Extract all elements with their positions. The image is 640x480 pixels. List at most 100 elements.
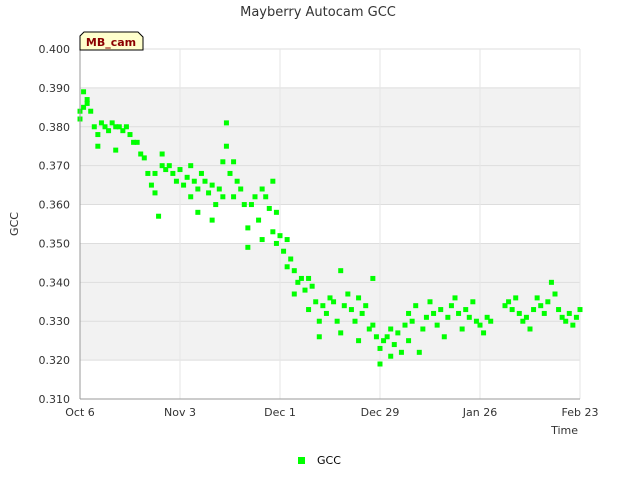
data-point — [177, 167, 183, 173]
data-point — [316, 318, 322, 324]
data-point — [456, 310, 462, 316]
grid-band — [80, 282, 580, 322]
grid-band — [80, 87, 580, 127]
legend-marker — [298, 457, 305, 464]
data-point — [370, 322, 376, 328]
chart-title: Mayberry Autocam GCC — [240, 5, 396, 20]
data-point — [248, 202, 254, 208]
data-point — [441, 334, 447, 340]
data-point — [291, 268, 297, 274]
data-point — [284, 237, 290, 243]
data-point — [245, 225, 251, 231]
data-point — [388, 353, 394, 359]
data-point — [173, 178, 179, 184]
data-point — [159, 151, 165, 157]
y-tick-label: 0.400 — [39, 43, 71, 56]
y-tick-label: 0.340 — [39, 276, 71, 289]
x-tick-label: Jan 26 — [462, 406, 497, 419]
data-point — [477, 322, 483, 328]
data-point — [573, 314, 579, 320]
data-point — [556, 307, 562, 313]
data-point — [356, 295, 362, 301]
data-point — [516, 310, 522, 316]
data-point — [106, 128, 112, 134]
y-tick-label: 0.330 — [39, 315, 71, 328]
data-point — [391, 342, 397, 348]
x-axis-label: Time — [550, 424, 578, 437]
data-point — [306, 275, 312, 281]
data-point — [334, 318, 340, 324]
y-tick-label: 0.350 — [39, 237, 71, 250]
grid-band — [80, 360, 580, 399]
data-point — [302, 287, 308, 293]
data-point — [91, 124, 97, 130]
data-point — [306, 307, 312, 313]
data-point — [459, 326, 465, 332]
data-point — [431, 310, 437, 316]
legend-label: GCC — [317, 454, 341, 467]
data-point — [406, 310, 412, 316]
data-point — [388, 326, 394, 332]
data-point — [234, 178, 240, 184]
data-point — [298, 275, 304, 281]
data-point — [170, 170, 176, 176]
data-point — [245, 244, 251, 250]
x-tick-label: Oct 6 — [65, 406, 95, 419]
grid-band — [80, 204, 580, 244]
data-point — [402, 322, 408, 328]
data-point — [534, 295, 540, 301]
data-point — [416, 349, 422, 355]
y-tick-label: 0.320 — [39, 354, 71, 367]
data-point — [152, 170, 158, 176]
data-point — [284, 264, 290, 270]
data-point — [81, 89, 87, 95]
data-point — [352, 318, 358, 324]
data-point — [259, 237, 265, 243]
y-tick-label: 0.360 — [39, 199, 71, 212]
data-point — [373, 334, 379, 340]
data-point — [570, 322, 576, 328]
data-point — [206, 190, 212, 196]
data-point — [438, 307, 444, 313]
plot-background — [80, 49, 580, 399]
site-badge: MB_cam — [79, 31, 144, 51]
data-point — [148, 182, 154, 188]
site-badge-label: MB_cam — [86, 36, 136, 49]
data-point — [452, 295, 458, 301]
x-tick-label: Dec 29 — [361, 406, 400, 419]
data-point — [95, 132, 101, 138]
data-point — [359, 310, 365, 316]
data-point — [409, 318, 415, 324]
data-point — [427, 299, 433, 305]
data-point — [563, 318, 569, 324]
data-point — [531, 307, 537, 313]
x-tick-label: Nov 3 — [164, 406, 196, 419]
data-point — [463, 307, 469, 313]
data-point — [263, 194, 269, 200]
data-point — [216, 186, 222, 192]
data-point — [188, 163, 194, 169]
data-point — [548, 279, 554, 285]
data-point — [291, 291, 297, 297]
data-point — [95, 143, 101, 149]
data-point — [220, 194, 226, 200]
data-point — [152, 190, 158, 196]
data-point — [209, 182, 215, 188]
data-point — [259, 186, 265, 192]
x-tick-label: Dec 1 — [264, 406, 296, 419]
data-point — [398, 349, 404, 355]
data-point — [513, 295, 519, 301]
data-point — [341, 303, 347, 309]
grid-band — [80, 243, 580, 283]
data-point — [356, 338, 362, 344]
data-point — [323, 310, 329, 316]
data-point — [241, 202, 247, 208]
data-point — [377, 361, 383, 367]
data-point — [270, 229, 276, 235]
data-point — [309, 283, 315, 289]
data-point — [273, 209, 279, 215]
data-point — [273, 240, 279, 246]
data-point — [209, 217, 215, 223]
data-point — [348, 307, 354, 313]
data-point — [223, 120, 229, 126]
